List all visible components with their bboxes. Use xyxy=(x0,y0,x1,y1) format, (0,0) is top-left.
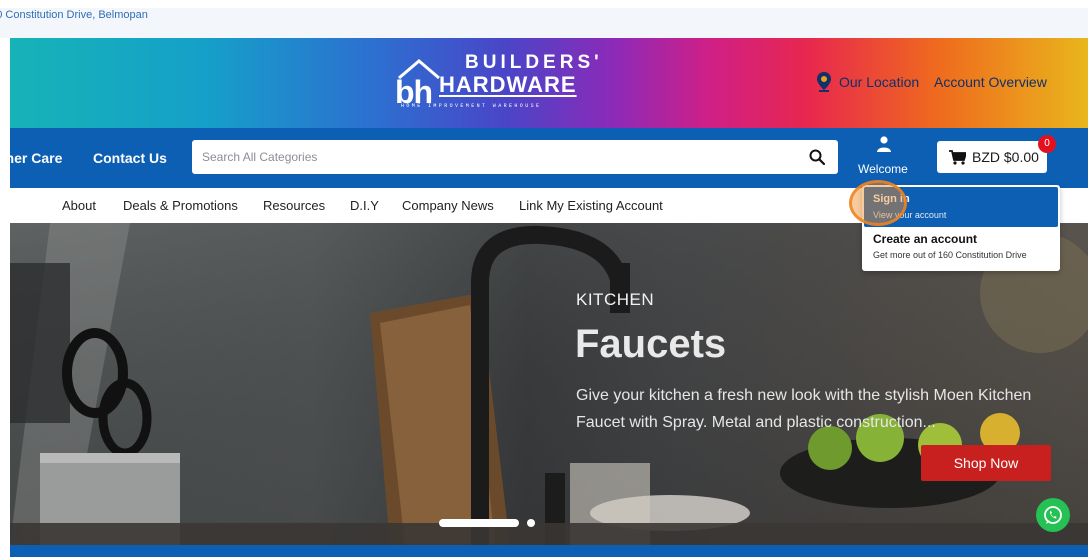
logo-line2: HARDWARE xyxy=(439,72,577,97)
create-account-option[interactable]: Create an account xyxy=(873,232,977,246)
map-pin-icon[interactable] xyxy=(817,72,831,92)
cart-icon xyxy=(949,150,966,165)
logo-tagline: HOME IMPROVEMENT WAREHOUSE xyxy=(401,103,542,109)
shop-now-button[interactable]: Shop Now xyxy=(921,445,1051,481)
click-highlight xyxy=(849,180,907,226)
address-bar xyxy=(0,8,1088,38)
search-icon[interactable] xyxy=(809,149,825,165)
menu-about[interactable]: About xyxy=(62,198,96,213)
hero-category: KITCHEN xyxy=(576,290,655,309)
carousel-dot-active[interactable] xyxy=(439,519,519,527)
logo-line1: BUILDERS' xyxy=(465,52,603,73)
cart-button[interactable]: BZD $0.00 xyxy=(937,141,1047,173)
whatsapp-button[interactable] xyxy=(1036,498,1070,532)
menu-link-existing-account[interactable]: Link My Existing Account xyxy=(519,198,663,213)
hero-description: Give your kitchen a fresh new look with … xyxy=(576,387,1032,431)
builders-hardware-logo[interactable]: bh BUILDERS' HARDWARE HOME IMPROVEMENT W… xyxy=(395,52,599,114)
customer-care-link[interactable]: Customer Care xyxy=(10,150,62,166)
welcome-label[interactable]: Welcome xyxy=(858,162,908,176)
hero-title: Faucets xyxy=(575,322,727,366)
search-box xyxy=(192,140,838,174)
carousel-dot[interactable] xyxy=(527,519,535,527)
account-overview-link[interactable]: Account Overview xyxy=(934,74,1047,90)
footer-strip xyxy=(10,545,1088,557)
contact-us-link[interactable]: Contact Us xyxy=(93,150,167,166)
menu-deals-promotions[interactable]: Deals & Promotions xyxy=(123,198,238,213)
user-icon[interactable] xyxy=(877,136,891,152)
menu-company-news[interactable]: Company News xyxy=(402,198,494,213)
search-input[interactable] xyxy=(202,140,802,174)
menu-diy[interactable]: D.I.Y xyxy=(350,198,379,213)
create-account-sublabel: Get more out of 160 Constitution Drive xyxy=(873,250,1027,260)
cart-total: BZD $0.00 xyxy=(972,149,1039,165)
menu-resources[interactable]: Resources xyxy=(263,198,325,213)
store-address[interactable]: 160 Constitution Drive, Belmopan xyxy=(0,9,148,21)
cart-count-badge: 0 xyxy=(1038,135,1056,153)
our-location-link[interactable]: Our Location xyxy=(839,74,919,90)
whatsapp-icon xyxy=(1044,506,1062,524)
